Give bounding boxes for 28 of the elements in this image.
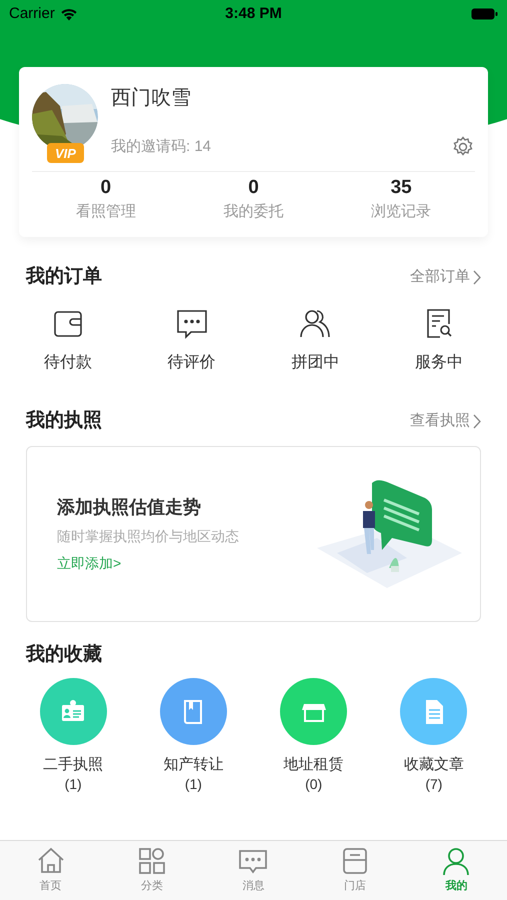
wifi-icon (60, 8, 78, 20)
battery-icon (471, 8, 498, 20)
card-subtitle: 随时掌握执照均价与地区动态 (57, 527, 239, 546)
license-card[interactable]: 添加执照估值走势 随时掌握执照均价与地区动态 立即添加> (26, 446, 481, 622)
favorite-item[interactable]: 收藏文章 (7) (374, 678, 494, 793)
order-status-item[interactable]: 待评价 (130, 306, 254, 375)
favorite-item[interactable]: 地址租赁 (0) (254, 678, 374, 793)
order-status-item[interactable]: 服务中 (377, 306, 501, 375)
card-title: 添加执照估值走势 (57, 496, 202, 519)
stat-item[interactable]: 35 浏览记录 (327, 175, 475, 223)
stat-item[interactable]: 0 看照管理 (32, 175, 180, 223)
favorite-item[interactable]: 二手执照 (1) (13, 678, 134, 793)
order-status-item[interactable]: 待付款 (6, 306, 130, 375)
vip-badge: VIP (47, 143, 84, 163)
section-title: 我的订单 (26, 264, 102, 289)
section-title: 我的执照 (26, 408, 102, 433)
chevron-icon (473, 270, 481, 284)
view-licenses-link[interactable]: 查看执照 (410, 410, 481, 432)
status-time: 3:48 PM (225, 4, 282, 24)
section-title: 我的收藏 (26, 642, 102, 667)
all-orders-link[interactable]: 全部订单 (410, 266, 481, 288)
carrier-label: Carrier (9, 4, 55, 24)
chevron-icon (473, 414, 481, 428)
order-status-item[interactable]: 拼团中 (254, 306, 378, 375)
stat-item[interactable]: 0 我的委托 (180, 175, 328, 223)
user-name: 西门吹雪 (111, 86, 192, 111)
favorite-item[interactable]: 知产转让 (1) (133, 678, 254, 793)
invite-code: 我的邀请码: 14 (111, 136, 212, 157)
